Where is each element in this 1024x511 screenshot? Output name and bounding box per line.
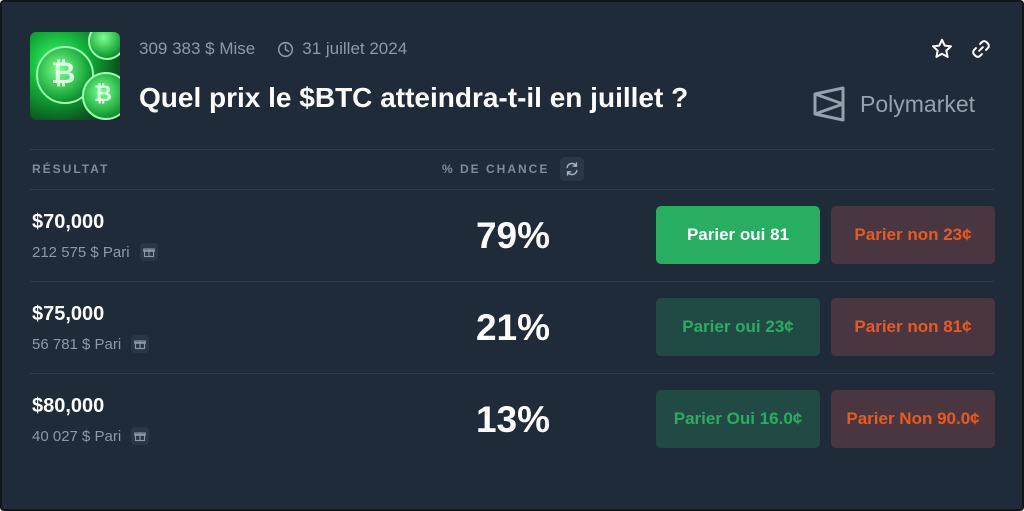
brand-name: Polymarket — [860, 90, 976, 117]
bitcoin-thumbnail: ₿ ₿ — [30, 32, 120, 120]
link-icon — [972, 40, 990, 58]
outcome-label: $70,000 — [32, 211, 105, 233]
star-icon — [932, 38, 952, 58]
outcome-volume: 40 027 $ Pari — [32, 427, 150, 445]
market-date: 31 juillet 2024 — [277, 39, 407, 59]
bet-yes-button[interactable]: Parier oui 81 — [656, 206, 820, 264]
outcome-volume: 56 781 $ Pari — [32, 335, 150, 353]
gift-icon[interactable] — [131, 335, 150, 353]
column-header-chance: % DE CHANCE — [442, 162, 550, 176]
outcome-row: $70,000 212 575 $ Pari 79% Parier oui 81… — [2, 189, 1024, 281]
polymarket-logo-icon — [813, 86, 845, 122]
outcome-row: $80,000 40 027 $ Pari 13% Parier Oui 16.… — [2, 373, 1024, 465]
outcome-volume-text: 56 781 $ Pari — [32, 335, 122, 353]
outcome-volume-text: 40 027 $ Pari — [32, 427, 122, 445]
bet-yes-button[interactable]: Parier oui 23¢ — [656, 298, 820, 356]
polymarket-brand[interactable]: Polymarket — [812, 86, 975, 122]
column-header-outcome: RÉSULTAT — [32, 162, 110, 176]
bet-yes-button[interactable]: Parier Oui 16.0¢ — [656, 390, 820, 448]
gift-icon[interactable] — [139, 243, 158, 261]
favorite-button[interactable] — [927, 34, 957, 64]
gift-icon[interactable] — [131, 427, 150, 445]
outcome-row: $75,000 56 781 $ Pari 21% Parier oui 23¢… — [2, 281, 1024, 373]
market-date-text: 31 juillet 2024 — [302, 39, 408, 58]
bet-no-button[interactable]: Parier non 81¢ — [831, 298, 995, 356]
market-card: ₿ ₿ 309 383 $ Mise 31 juillet 2024 Quel … — [0, 0, 1024, 511]
outcome-label: $75,000 — [32, 303, 105, 325]
outcome-volume: 212 575 $ Pari — [32, 243, 158, 261]
clock-icon — [278, 41, 294, 57]
outcome-label: $80,000 — [32, 395, 105, 417]
bet-no-button[interactable]: Parier Non 90.0¢ — [831, 390, 995, 448]
refresh-button[interactable] — [560, 157, 584, 181]
copy-link-button[interactable] — [966, 34, 996, 64]
outcome-volume-text: 212 575 $ Pari — [32, 243, 130, 261]
outcome-chance: 13% — [475, 399, 551, 440]
refresh-icon — [566, 162, 578, 176]
header-divider — [30, 149, 994, 150]
market-volume: 309 383 $ Mise — [139, 39, 256, 58]
market-title: Quel prix le $BTC atteindra-t-il en juil… — [139, 82, 689, 113]
outcome-chance: 21% — [475, 307, 551, 348]
bet-no-button[interactable]: Parier non 23¢ — [831, 206, 995, 264]
outcome-chance: 79% — [475, 215, 551, 256]
